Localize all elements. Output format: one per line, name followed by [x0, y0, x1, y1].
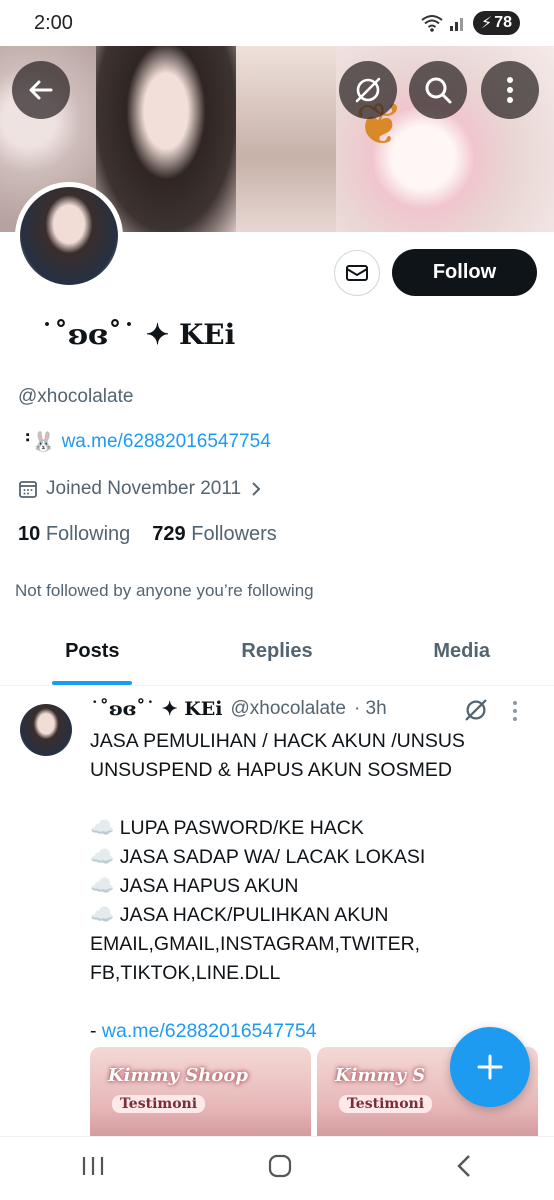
tab-posts[interactable]: Posts: [0, 630, 185, 685]
post-author-name[interactable]: ˙˚ʚɞ˚˙ ✦ KEi: [90, 698, 223, 720]
envelope-icon: [346, 265, 368, 281]
following-label: Following: [45, 523, 131, 545]
post-link-prefix: -: [90, 1020, 102, 1042]
post-line-blank: [90, 785, 530, 814]
more-vertical-icon: [513, 701, 517, 721]
signal-icon: [449, 18, 463, 31]
followers-count: 729: [152, 523, 186, 545]
following-count: 10: [18, 523, 41, 545]
media-subtitle: Testimoni: [112, 1095, 206, 1113]
recent-apps-button[interactable]: [80, 1154, 106, 1183]
display-name: ˙˚ʚɞ˚˙ ✦ KEi: [40, 318, 236, 351]
post-more-button[interactable]: [512, 700, 518, 727]
joined-date-row[interactable]: Joined November 2011: [18, 478, 263, 500]
post-line: ☁️ JASA HACK/PULIHKAN AKUN: [90, 904, 389, 926]
back-arrow-icon: [29, 80, 53, 100]
post-line-blank: [90, 988, 530, 1017]
media-subtitle: Testimoni: [339, 1095, 433, 1113]
grok-icon: [355, 77, 381, 103]
status-bar: 2:00 ⚡ 78: [0, 0, 554, 46]
plus-icon: [477, 1054, 503, 1080]
post-line: ☁️ LUPA PASWORD/KE HACK: [90, 817, 364, 839]
status-time: 2:00: [34, 11, 73, 34]
post-line: ☁️ JASA HAPUS AKUN: [90, 875, 299, 897]
post-header: ˙˚ʚɞ˚˙ ✦ KEi @xhocolalate · 3h: [90, 698, 387, 720]
compose-button[interactable]: [450, 1027, 530, 1107]
battery-level: 78: [494, 14, 512, 31]
more-vertical-icon: [507, 77, 513, 103]
post-line: UNSUSPEND & HAPUS AKUN SOSMED: [90, 759, 452, 781]
media-title: Kimmy Shoop: [108, 1065, 248, 1086]
profile-avatar[interactable]: [15, 182, 123, 290]
post-link[interactable]: wa.me/62882016547754: [102, 1020, 317, 1042]
message-button[interactable]: [334, 250, 380, 296]
back-system-button[interactable]: [454, 1153, 474, 1184]
following-stat[interactable]: 10 Following: [18, 523, 130, 546]
home-button[interactable]: [267, 1153, 293, 1184]
banner-image-portrait: [96, 46, 236, 232]
avatar-image: [20, 187, 118, 285]
tab-replies[interactable]: Replies: [185, 630, 370, 685]
charging-icon: ⚡: [480, 15, 493, 32]
post-body: JASA PEMULIHAN / HACK AKUN /UNSUS UNSUSP…: [90, 727, 530, 1046]
media-title: Kimmy S: [335, 1065, 426, 1086]
bio-prefix: ⠘🐰: [18, 432, 56, 453]
chevron-right-icon: [252, 482, 261, 496]
wifi-icon: [421, 15, 443, 32]
followers-stat[interactable]: 729 Followers: [152, 523, 277, 546]
follow-stats: 10 Following 729 Followers: [18, 523, 277, 546]
system-icons: ⚡ 78: [421, 11, 520, 35]
home-icon: [268, 1154, 292, 1178]
post-line: ☁️ JASA SADAP WA/ LACAK LOKASI: [90, 846, 426, 868]
post-author-avatar[interactable]: [20, 704, 72, 756]
joined-date: Joined November 2011: [46, 478, 242, 499]
follow-button[interactable]: Follow: [392, 249, 537, 296]
search-button[interactable]: [409, 61, 467, 119]
post-grok-button[interactable]: [462, 696, 490, 729]
recent-apps-icon: [83, 1157, 104, 1175]
system-navigation-bar: [0, 1136, 554, 1200]
post-line: EMAIL,GMAIL,INSTAGRAM,TWITER,: [90, 933, 421, 955]
not-followed-notice: Not followed by anyone you’re following: [15, 581, 314, 600]
back-button[interactable]: [12, 61, 70, 119]
more-options-button[interactable]: [481, 61, 539, 119]
followers-label: Followers: [191, 523, 277, 545]
grok-icon: [465, 699, 487, 721]
tab-media[interactable]: Media: [369, 630, 554, 685]
post-line: FB,TIKTOK,LINE.DLL: [90, 962, 281, 984]
grok-button[interactable]: [339, 61, 397, 119]
banner-image-poster: [236, 46, 336, 232]
search-icon: [425, 77, 452, 104]
bio-link[interactable]: wa.me/62882016547754: [62, 431, 271, 453]
battery-indicator: ⚡ 78: [472, 11, 520, 35]
post-author-handle[interactable]: @xhocolalate: [231, 698, 346, 720]
profile-tabs: Posts Replies Media: [0, 630, 554, 686]
calendar-icon: [19, 481, 37, 498]
bio: ⠘🐰 wa.me/62882016547754: [18, 430, 271, 454]
post-line: JASA PEMULIHAN / HACK AKUN /UNSUS: [90, 730, 465, 752]
username-handle: @xhocolalate: [18, 386, 134, 407]
back-chevron-icon: [456, 1155, 470, 1177]
post-time: · 3h: [353, 698, 387, 719]
